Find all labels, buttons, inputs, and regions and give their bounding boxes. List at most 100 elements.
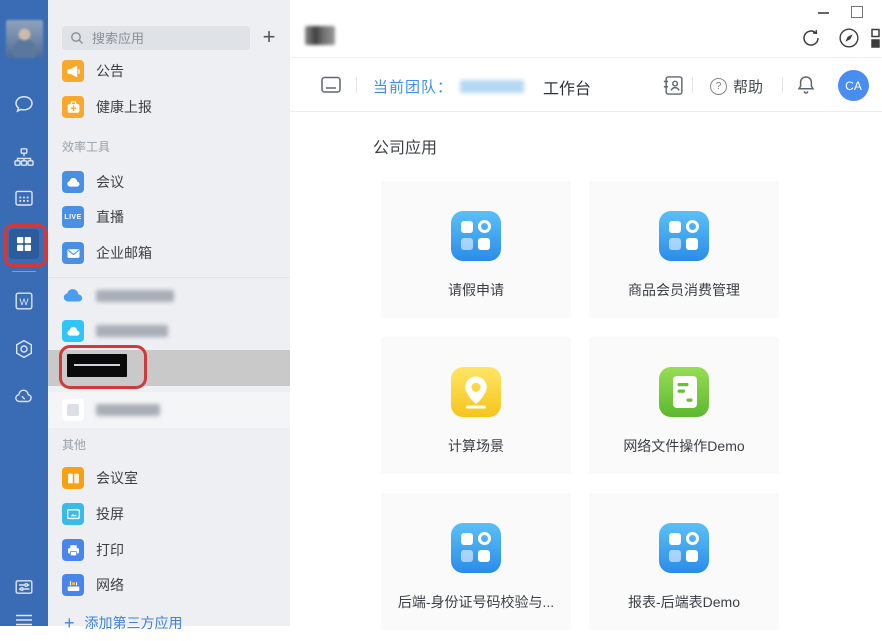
projects-hex-icon[interactable] xyxy=(0,332,48,366)
search-box[interactable] xyxy=(62,26,250,50)
window-maximize-button[interactable] xyxy=(851,6,863,18)
rail-divider xyxy=(12,271,36,272)
cloud-meeting-icon xyxy=(62,171,84,193)
docs-w-icon[interactable]: W xyxy=(0,284,48,318)
sidebar-item-redacted-3[interactable] xyxy=(48,392,290,428)
cyan-cloud-icon xyxy=(62,320,84,342)
section-header-tools: 效率工具 xyxy=(62,138,110,155)
app-grid-icon xyxy=(451,523,501,573)
screen-cast-icon xyxy=(62,503,84,525)
app-tile-label: 请假申请 xyxy=(381,280,571,300)
menu-icon[interactable] xyxy=(0,603,48,637)
chat-icon[interactable] xyxy=(0,87,48,121)
user-avatar[interactable] xyxy=(6,20,43,58)
search-icon xyxy=(70,31,84,45)
help-button[interactable]: ? 帮助 xyxy=(710,76,763,97)
mail-icon xyxy=(62,242,84,264)
apps-grid-icon[interactable] xyxy=(868,25,882,51)
header-divider xyxy=(782,77,783,93)
calendar-icon[interactable] xyxy=(0,181,48,215)
network-icon xyxy=(62,574,84,596)
sidebar-item-label: 网络 xyxy=(96,575,124,595)
app-tile-member-consumption[interactable]: 商品会员消费管理 xyxy=(589,181,779,318)
section-header-others: 其他 xyxy=(62,436,86,453)
redacted-label xyxy=(96,404,160,416)
health-report-icon xyxy=(62,96,84,118)
printer-icon xyxy=(62,539,84,561)
black-redaction-box xyxy=(67,354,127,377)
page-header: 当前团队： 工作台 ? 帮助 CA xyxy=(290,57,882,112)
app-tile-label: 计算场景 xyxy=(381,436,571,456)
white-app-icon xyxy=(62,399,84,421)
sidebar-item-enterprise-mail[interactable]: 企业邮箱 xyxy=(48,235,290,271)
workbench-tab[interactable]: 工作台 xyxy=(543,75,591,99)
redacted-team-name xyxy=(460,80,524,93)
app-tile-network-file-demo[interactable]: 网络文件操作Demo xyxy=(589,337,779,474)
sidebar-item-label: 直播 xyxy=(96,207,124,227)
sidebar-item-announcement[interactable]: 公告 xyxy=(48,53,290,89)
app-grid-icon xyxy=(659,211,709,261)
sidebar-item-meeting[interactable]: 会议 xyxy=(48,164,290,200)
search-input[interactable] xyxy=(90,30,234,47)
app-tile-id-validation[interactable]: 后端-身份证号码校验与... xyxy=(381,493,571,630)
sidebar-item-label: 会议 xyxy=(96,172,124,192)
docs-letter: W xyxy=(20,297,29,308)
app-tile-label: 报表-后端表Demo xyxy=(589,592,779,612)
sidebar-item-health-report[interactable]: 健康上报 xyxy=(48,89,290,125)
app-sidebar: + 公告 健康上报 效率工具 会议 LIVE 直播 企业邮箱 xyxy=(48,0,290,626)
megaphone-icon xyxy=(62,60,84,82)
add-app-button[interactable]: + xyxy=(256,24,282,50)
plus-icon: + xyxy=(64,613,75,634)
redacted-app-logo xyxy=(305,26,335,45)
user-avatar-initials[interactable]: CA xyxy=(838,70,869,101)
sidebar-item-redacted-1[interactable] xyxy=(48,277,290,313)
app-tile-report-backend-demo[interactable]: 报表-后端表Demo xyxy=(589,493,779,630)
sidebar-item-live[interactable]: LIVE 直播 xyxy=(48,199,290,235)
sidebar-item-label: 投屏 xyxy=(96,504,124,524)
app-tile-leave-request[interactable]: 请假申请 xyxy=(381,181,571,318)
redacted-label xyxy=(96,290,174,302)
sidebar-item-label: 会议室 xyxy=(96,468,138,488)
app-tile-label: 网络文件操作Demo xyxy=(589,436,779,456)
sidebar-item-print[interactable]: 打印 xyxy=(48,532,290,568)
header-divider xyxy=(692,77,693,93)
window-toolbar xyxy=(290,18,882,58)
cloud-call-icon[interactable] xyxy=(0,379,48,413)
help-label: 帮助 xyxy=(733,76,763,97)
meeting-room-icon xyxy=(62,467,84,489)
sidebar-item-meeting-room[interactable]: 会议室 xyxy=(48,460,290,496)
sidebar-item-network[interactable]: 网络 xyxy=(48,567,290,603)
contacts-book-icon[interactable] xyxy=(660,72,686,98)
left-rail: W xyxy=(0,0,48,626)
document-icon xyxy=(659,367,709,417)
app-tile-label: 后端-身份证号码校验与... xyxy=(381,592,571,612)
header-divider xyxy=(356,77,357,93)
refresh-icon[interactable] xyxy=(798,25,824,51)
settings-sliders-icon[interactable] xyxy=(0,570,48,604)
window-minimize-button[interactable] xyxy=(818,12,829,14)
question-mark-icon: ? xyxy=(710,78,727,95)
sidebar-item-label: 公告 xyxy=(96,61,124,81)
app-grid-icon xyxy=(659,523,709,573)
live-badge-text: LIVE xyxy=(64,214,81,221)
add-third-party-link[interactable]: + 添加第三方应用 xyxy=(48,605,290,641)
org-icon[interactable] xyxy=(0,140,48,174)
workbench-grid-icon[interactable] xyxy=(0,227,48,261)
sidebar-item-label: 健康上报 xyxy=(96,97,152,117)
app-tile-compute-scene[interactable]: 计算场景 xyxy=(381,337,571,474)
current-team-label[interactable]: 当前团队： xyxy=(373,76,453,97)
sidebar-item-redacted-2[interactable] xyxy=(48,313,290,349)
monitor-icon[interactable] xyxy=(318,72,344,98)
sidebar-item-screen-cast[interactable]: 投屏 xyxy=(48,496,290,532)
live-icon: LIVE xyxy=(62,206,84,228)
app-tile-label: 商品会员消费管理 xyxy=(589,280,779,300)
sidebar-item-label: 打印 xyxy=(96,540,124,560)
compass-icon[interactable] xyxy=(836,25,862,51)
bell-icon[interactable] xyxy=(793,72,819,98)
blue-cloud-icon xyxy=(62,285,84,307)
sidebar-item-label: 企业邮箱 xyxy=(96,243,152,263)
app-grid-icon xyxy=(451,211,501,261)
location-pin-icon xyxy=(451,367,501,417)
redacted-label xyxy=(96,325,168,337)
main-panel: 当前团队： 工作台 ? 帮助 CA 公司应用 xyxy=(290,0,882,626)
